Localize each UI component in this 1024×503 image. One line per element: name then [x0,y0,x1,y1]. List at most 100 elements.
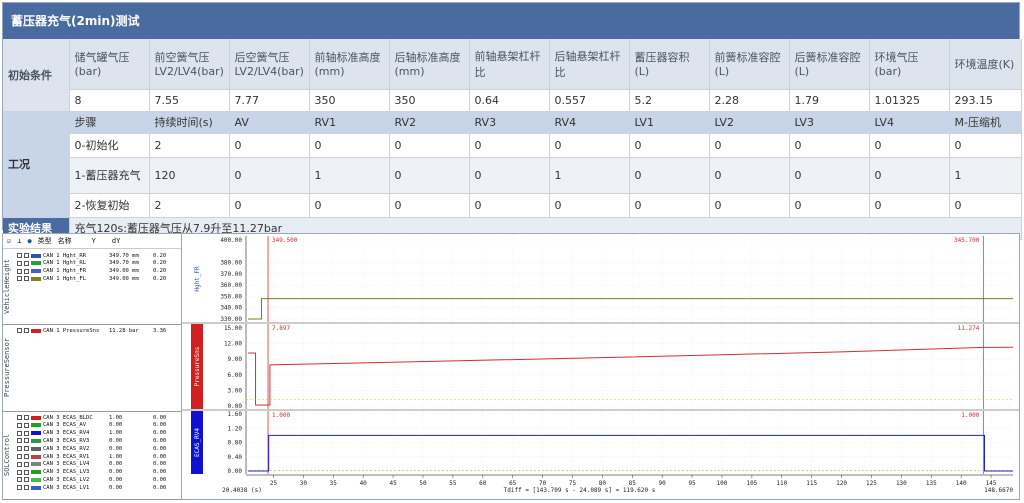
signal-select-checkbox[interactable] [24,253,29,258]
col-dy[interactable]: dY [112,237,120,245]
x-tick-label: 40 [360,480,368,487]
signal-visible-checkbox[interactable] [17,430,22,436]
col-name[interactable]: 名称 [58,236,72,246]
signal-row[interactable]: CAN 3 ECAS_LV1 0.00 0.00 [17,484,166,491]
trace-plot[interactable]: Hght_FR400.00380.00370.00360.00350.00340… [181,234,1019,499]
op-cell: 0 [789,133,870,158]
x-tick-label: 145 [986,480,997,487]
signal-visible-checkbox[interactable] [17,461,22,467]
x-end-label: 148.6670 [984,487,1013,494]
col-type[interactable]: 类型 [38,236,52,246]
op-cell: 0 [469,157,550,194]
signal-row[interactable]: CAN 1 PressureSns 11.28 bar 3.36 [17,327,166,334]
signal-delta: 0.00 [153,414,167,421]
signal-visible-checkbox[interactable] [17,469,22,475]
signal-color-swatch [31,470,41,475]
signal-color-swatch [31,423,41,428]
op-cell: 0 [869,157,950,194]
op-cell: 0 [709,193,790,218]
signal-visible-checkbox[interactable] [17,485,22,491]
signal-visible-checkbox[interactable] [17,438,22,444]
signal-group: SOLControl CAN 3 ECAS_BLDC 1.00 0.00 CAN 3 E… [3,411,181,500]
signal-row[interactable]: CAN 3 ECAS_AV 0.00 0.00 [17,422,166,429]
signal-visible-checkbox[interactable] [17,477,22,483]
init-value: 1.79 [789,89,870,112]
signal-name: CAN 1 Hght_RL [43,260,87,267]
init-header: 后空簧气压LV2/LV4(bar) [229,39,310,90]
table-title: 蓄压器充气(2min)测试 [3,3,1019,39]
signal-visible-checkbox[interactable] [17,276,22,282]
signal-delta: 0.20 [153,260,167,267]
signal-visible-checkbox[interactable] [17,268,22,274]
signal-row[interactable]: CAN 1 Hght_FR 349.00 mm 0.20 [17,268,166,275]
signal-select-checkbox[interactable] [24,422,29,428]
signal-select-checkbox[interactable] [24,328,29,333]
globe-icon[interactable]: ● [27,237,31,245]
signal-name: CAN 3 ECAS_LV2 [43,476,90,483]
signal-row[interactable]: CAN 3 ECAS_RV4 1.00 0.00 [17,430,166,437]
y-tick-label: 0.80 [228,440,243,447]
signal-row[interactable]: CAN 1 Hght_FL 349.00 mm 0.20 [17,275,166,282]
checkbox-icon[interactable]: ☑ [7,237,11,245]
signal-row[interactable]: CAN 3 ECAS_LV4 0.00 0.00 [17,461,166,468]
group-label: SOLControl [3,433,11,477]
op-cell: 0 [389,133,470,158]
test-table: 蓄压器充气(2min)测试 初始条件 储气罐气压(bar) 前空簧气压LV2/LV4… [2,2,1022,240]
x-tick-label: 120 [836,480,847,487]
cursor-left-value: 1.000 [272,412,290,419]
signal-row[interactable]: CAN 1 Hght_RL 349.70 mm 0.20 [17,260,166,267]
op-header: RV2 [389,111,470,134]
signal-visible-checkbox[interactable] [17,260,22,266]
op-cell: 0 [309,133,390,158]
lock-icon[interactable]: ⊥ [17,237,21,245]
signal-select-checkbox[interactable] [24,268,29,274]
y-tick-label: 6.00 [228,372,243,379]
op-cell: 0 [469,133,550,158]
col-y[interactable]: Y [92,237,96,245]
signal-select-checkbox[interactable] [24,477,29,483]
signal-row[interactable]: CAN 1 Hght_RR 349.70 mm 0.20 [17,252,166,259]
signal-delta: 0.00 [153,422,167,429]
init-header: 后簧标准容腔(L) [789,39,870,90]
signal-delta: 3.36 [153,327,167,334]
signal-group: PressureSensor CAN 1 PressureSns 11.28 bar… [3,324,181,412]
signal-select-checkbox[interactable] [24,485,29,491]
op-cell: 0 [629,193,710,218]
signal-select-checkbox[interactable] [24,276,29,282]
signal-color-swatch [31,454,41,459]
x-tick-label: 30 [300,480,308,487]
signal-row[interactable]: CAN 3 ECAS_LV3 0.00 0.00 [17,469,166,476]
x-tick-label: 125 [866,480,877,487]
signal-select-checkbox[interactable] [24,461,29,467]
signal-color-swatch [31,462,41,467]
signal-color-swatch [31,253,41,258]
op-cell: 1 [309,157,390,194]
op-cell: 0 [709,157,790,194]
signal-select-checkbox[interactable] [24,469,29,475]
signal-visible-checkbox[interactable] [17,446,22,452]
signal-value: 1.00 [109,430,123,437]
signal-visible-checkbox[interactable] [17,253,22,258]
signal-visible-checkbox[interactable] [17,422,22,428]
signal-row[interactable]: CAN 3 ECAS_RV3 0.00 0.00 [17,437,166,444]
signal-row[interactable]: CAN 3 ECAS_RV2 0.00 0.00 [17,445,166,452]
op-cell: 0 [389,193,470,218]
signal-select-checkbox[interactable] [24,438,29,444]
op-cell: 0 [789,193,870,218]
signal-select-checkbox[interactable] [24,446,29,452]
op-header: 步骤 [69,111,150,134]
op-cell: 2 [149,193,230,218]
signal-row[interactable]: CAN 3 ECAS_BLDC 1.00 0.00 [17,414,166,421]
signal-select-checkbox[interactable] [24,260,29,266]
op-header: M-压缩机 [949,111,1022,134]
signal-name: CAN 3 ECAS_RV4 [43,430,90,437]
signal-visible-checkbox[interactable] [17,328,22,333]
signal-row[interactable]: CAN 3 ECAS_LV2 0.00 0.00 [17,476,166,483]
signal-row[interactable]: CAN 3 ECAS_RV1 1.00 0.00 [17,453,166,460]
signal-visible-checkbox[interactable] [17,454,22,459]
x-tick-label: 75 [569,480,577,487]
signal-select-checkbox[interactable] [24,430,29,436]
signal-select-checkbox[interactable] [24,454,29,459]
signal-visible-checkbox[interactable] [17,415,22,420]
signal-select-checkbox[interactable] [24,415,29,420]
